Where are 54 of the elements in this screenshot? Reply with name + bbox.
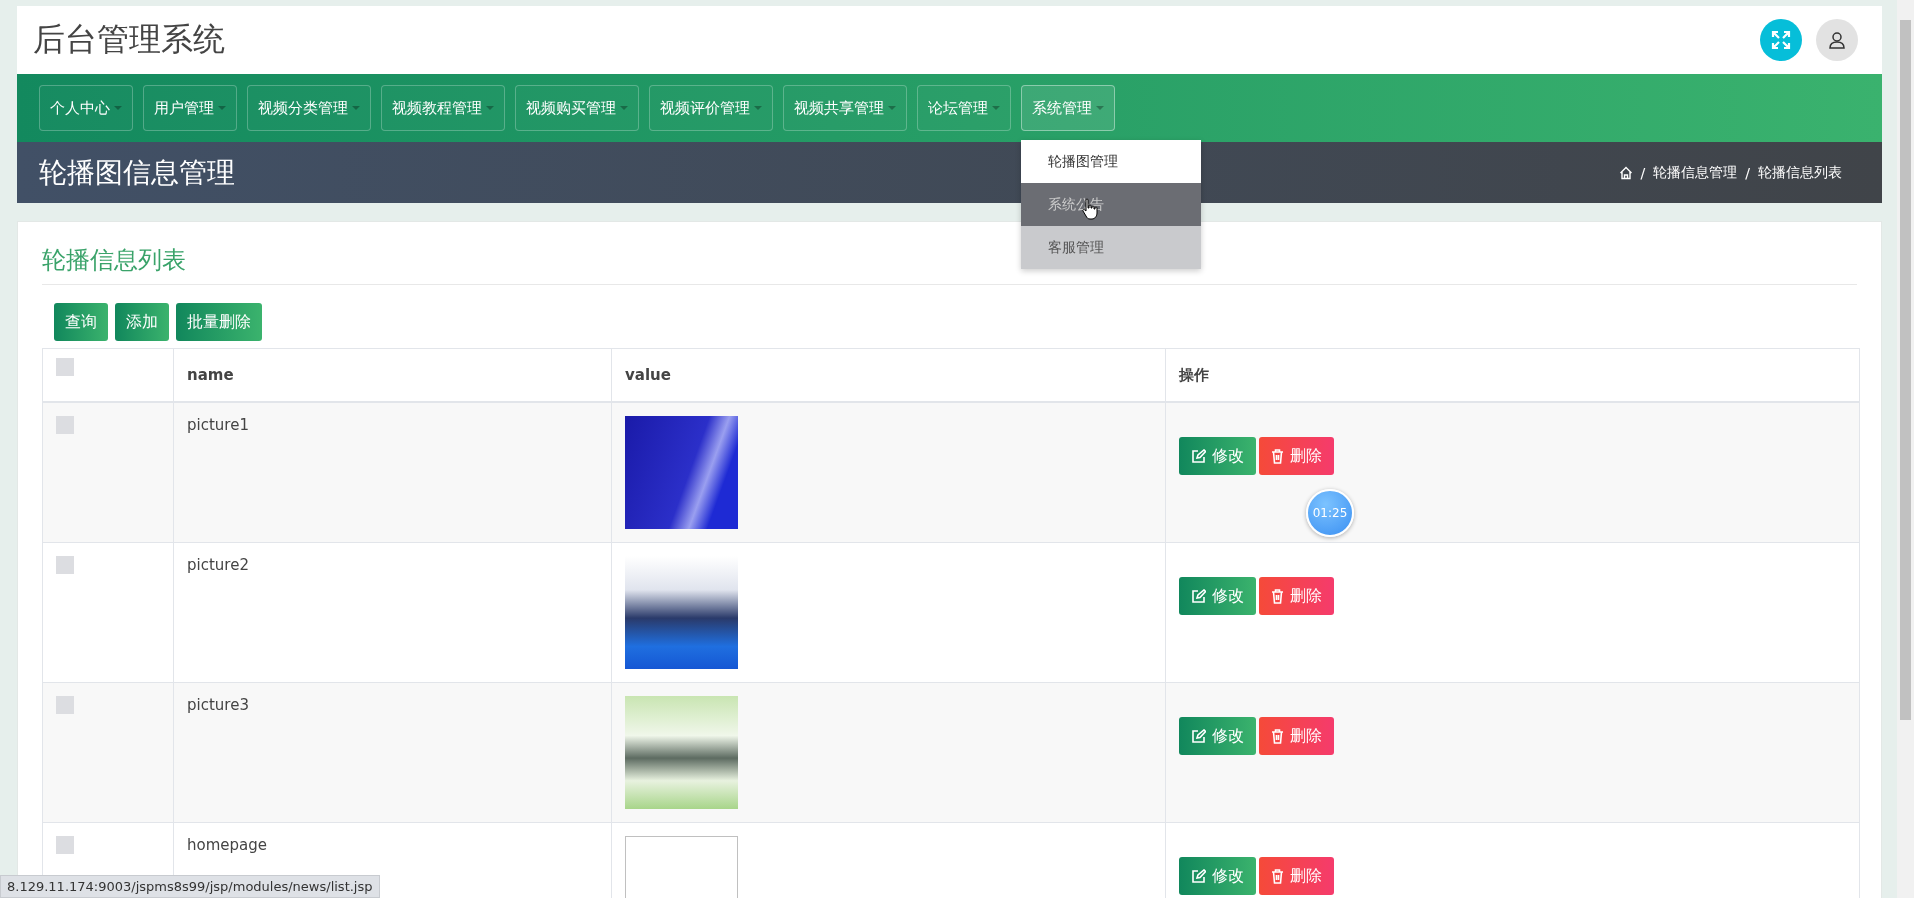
table-cell: picture1 (187, 416, 249, 434)
nav-menu-item[interactable]: 视频分类管理 (247, 85, 371, 131)
edit-button[interactable]: 修改 (1179, 437, 1256, 475)
trash-icon (1271, 868, 1284, 884)
fullscreen-icon[interactable] (1760, 19, 1802, 61)
select-all-checkbox[interactable] (56, 358, 74, 376)
delete-button[interactable]: 删除 (1259, 577, 1334, 615)
nav-menu-item[interactable]: 视频共享管理 (783, 85, 907, 131)
table-cell: homepage (187, 836, 267, 854)
trash-icon (1271, 728, 1284, 744)
nav-menu-item[interactable]: 个人中心 (39, 85, 133, 131)
breadcrumb-separator: / (1745, 164, 1750, 181)
edit-icon (1191, 868, 1206, 884)
page-title: 轮播图信息管理 (39, 154, 235, 191)
nav-menu-item[interactable]: 用户管理 (143, 85, 237, 131)
column-header: name (187, 366, 234, 384)
delete-button[interactable]: 删除 (1259, 717, 1334, 755)
nav-menu-item[interactable]: 视频教程管理 (381, 85, 505, 131)
column-header: value (625, 366, 671, 384)
breadcrumb-link[interactable]: 轮播信息管理 (1653, 163, 1738, 182)
scrollbar[interactable] (1897, 0, 1914, 898)
edit-button[interactable]: 修改 (1179, 577, 1256, 615)
row-checkbox[interactable] (56, 556, 74, 574)
row-checkbox[interactable] (56, 696, 74, 714)
toolbar-button[interactable]: 查询 (54, 303, 108, 341)
timer-badge: 01:25 (1306, 489, 1354, 537)
delete-button[interactable]: 删除 (1259, 857, 1334, 895)
toolbar-button[interactable]: 添加 (115, 303, 169, 341)
delete-button[interactable]: 删除 (1259, 437, 1334, 475)
status-url: 8.129.11.174:9003/jspms8s99/jsp/modules/news/list.jsp (0, 875, 380, 898)
row-checkbox[interactable] (56, 416, 74, 434)
nav-menu-item[interactable]: 视频购买管理 (515, 85, 639, 131)
breadcrumb-link[interactable]: 轮播信息列表 (1758, 163, 1842, 182)
edit-button[interactable]: 修改 (1179, 717, 1256, 755)
nav-menu-item[interactable]: 论坛管理 (917, 85, 1011, 131)
toolbar-button[interactable]: 批量删除 (176, 303, 262, 341)
row-checkbox[interactable] (56, 836, 74, 854)
user-icon[interactable] (1816, 19, 1858, 61)
dropdown-item[interactable]: 客服管理 (1021, 226, 1201, 269)
edit-icon (1191, 448, 1206, 464)
app-title: 后台管理系统 (33, 19, 225, 60)
column-header: 操作 (1179, 365, 1209, 384)
trash-icon (1271, 448, 1284, 464)
dropdown-item[interactable]: 轮播图管理 (1021, 140, 1201, 183)
edit-icon (1191, 728, 1206, 744)
table-cell: picture2 (187, 556, 249, 574)
nav-menu-item[interactable]: 视频评价管理 (649, 85, 773, 131)
breadcrumb-separator: / (1640, 164, 1646, 181)
nav-menu-item[interactable]: 系统管理 (1021, 85, 1115, 131)
trash-icon (1271, 588, 1284, 604)
table-cell: picture3 (187, 696, 249, 714)
home-icon[interactable] (1618, 165, 1633, 180)
edit-button[interactable]: 修改 (1179, 857, 1256, 895)
edit-icon (1191, 588, 1206, 604)
